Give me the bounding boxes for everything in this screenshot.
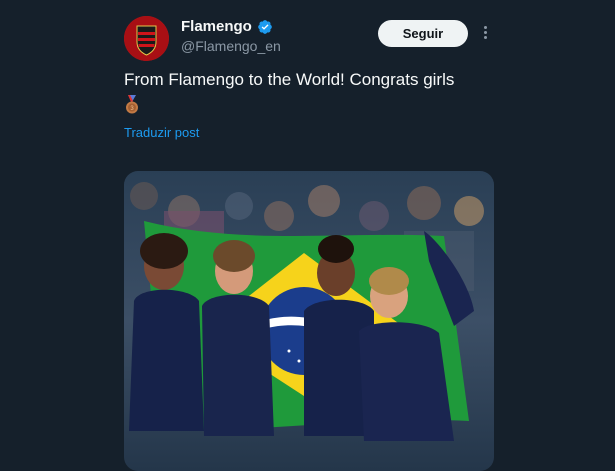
tweet-body: From Flamengo to the World! Congrats gir… [124,70,455,89]
follow-button[interactable]: Seguir [378,20,468,47]
tweet-header: Flamengo @Flamengo_en [181,18,281,54]
account-avatar[interactable] [124,16,169,61]
tweet-text: From Flamengo to the World! Congrats gir… [124,68,494,116]
bronze-medal-icon: 3 [126,94,138,114]
photo-gymnasts-brazil-flag [124,171,494,471]
flamengo-crest-icon [124,16,169,61]
translate-post-link[interactable]: Traduzir post [124,125,199,140]
account-name[interactable]: Flamengo [181,18,252,35]
verified-badge-icon [258,19,272,34]
more-options-icon[interactable] [478,24,492,42]
account-handle[interactable]: @Flamengo_en [181,38,281,54]
tweet-photo[interactable] [124,171,494,471]
